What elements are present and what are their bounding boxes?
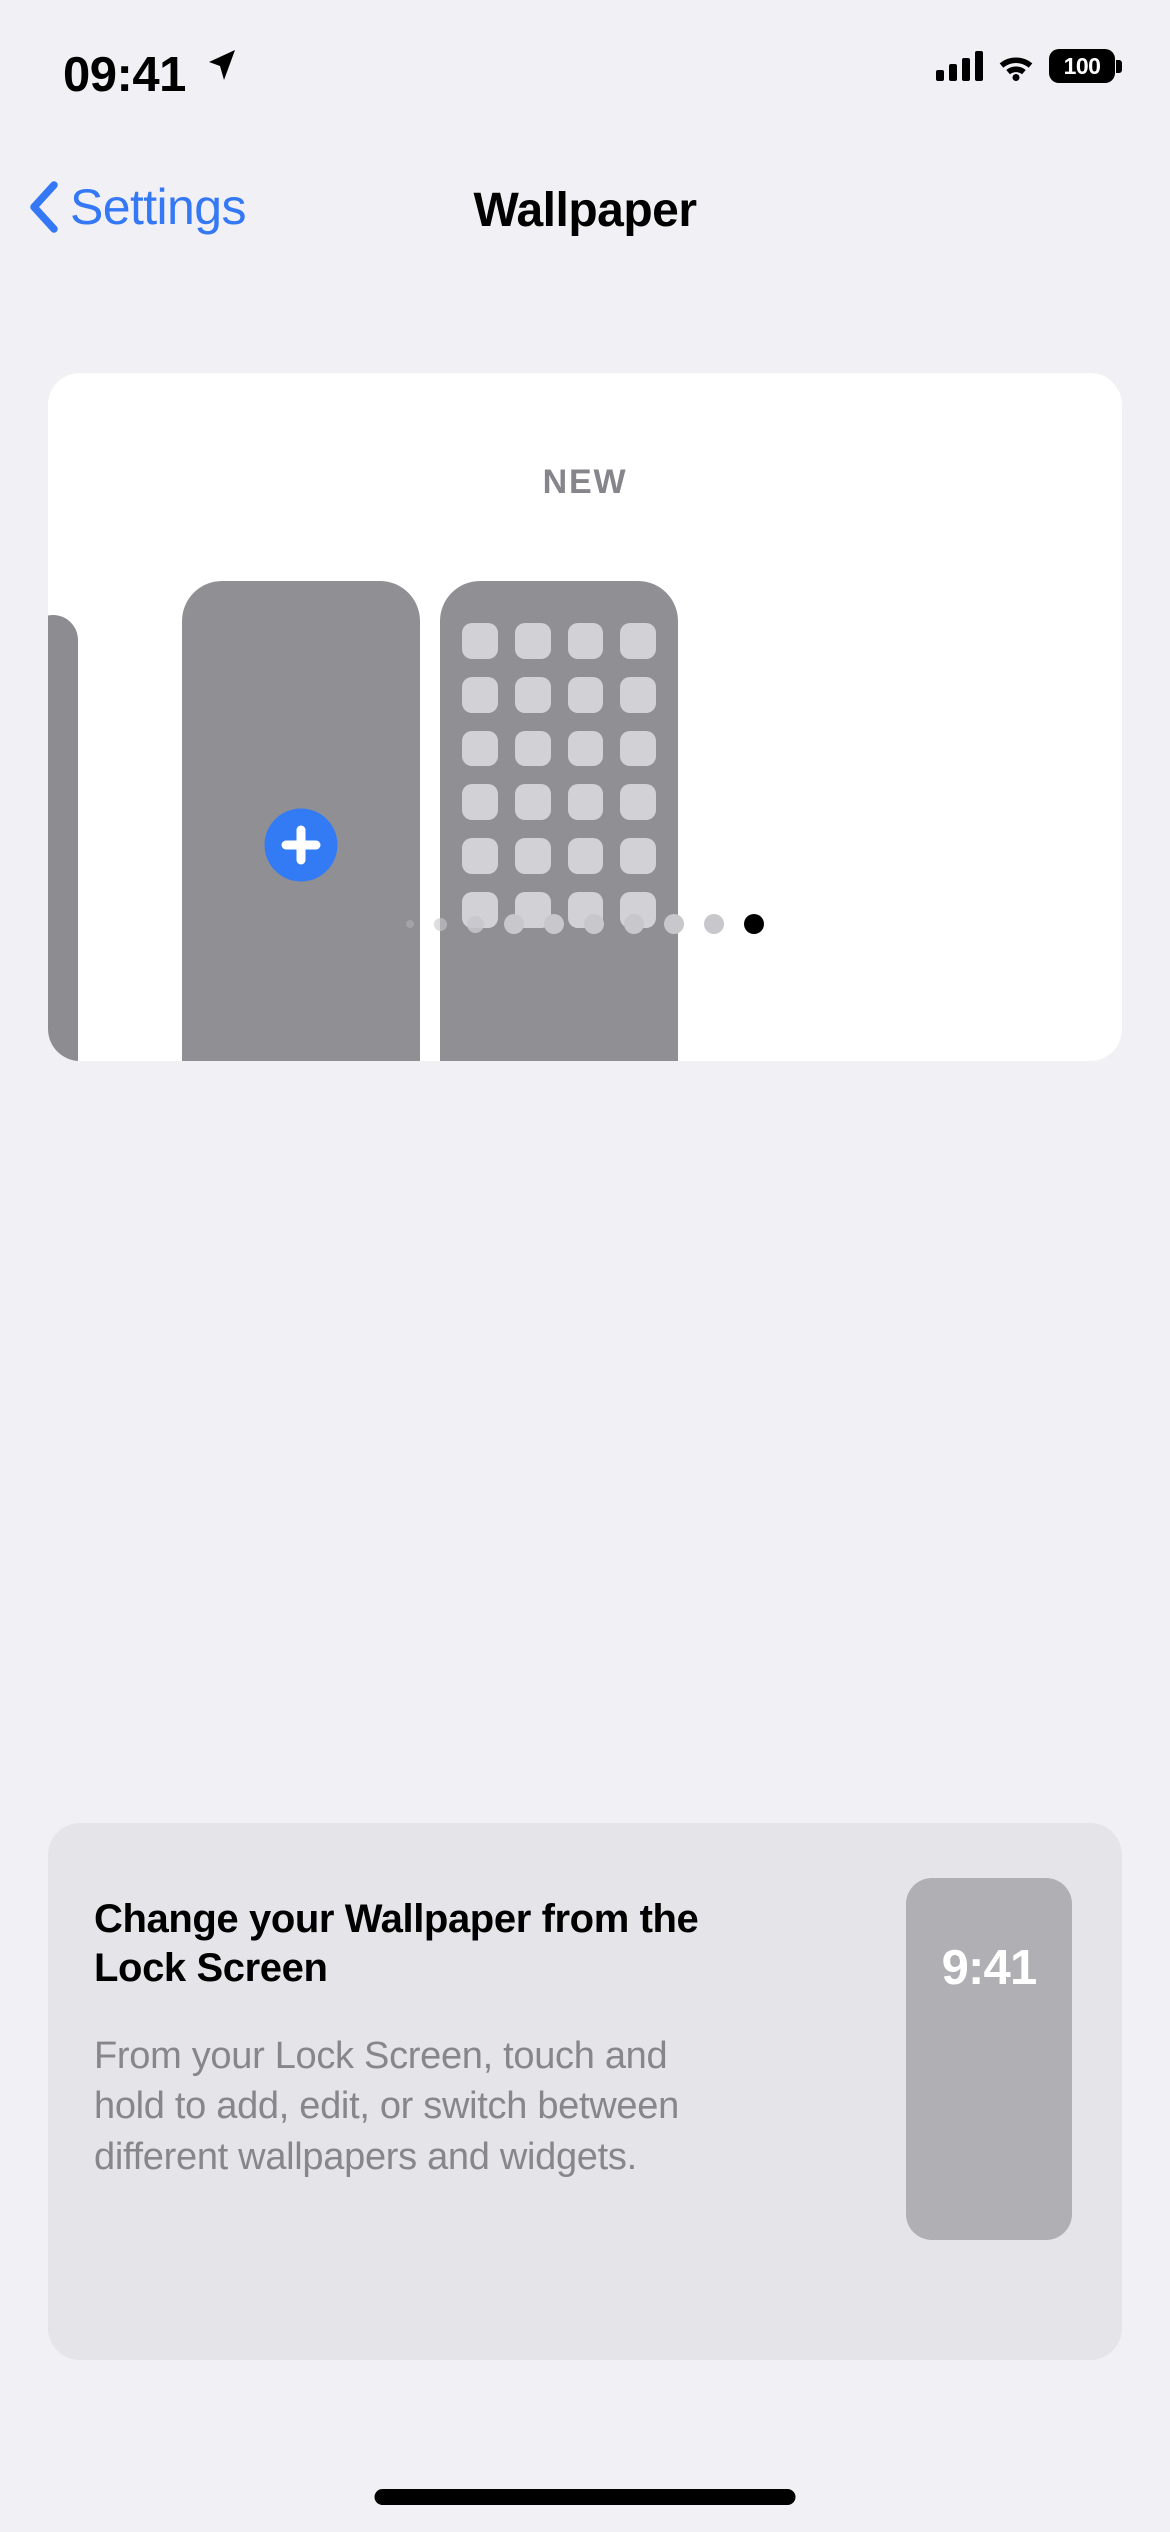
- page-dot[interactable]: [624, 914, 644, 934]
- page-dot[interactable]: [584, 914, 604, 934]
- cellular-bars-icon: [936, 51, 983, 81]
- app-icon-placeholder: [567, 784, 604, 820]
- app-icon-placeholder: [514, 838, 551, 874]
- battery-full-icon: 100: [1049, 49, 1122, 83]
- app-icon-placeholder: [462, 784, 498, 820]
- lock-screen-preview: 9:41: [906, 1878, 1072, 2240]
- wallpaper-carousel-card: NEW: [48, 373, 1122, 1061]
- wallpaper-tile-home-screen-preview[interactable]: [440, 581, 678, 1061]
- status-bar-indicators: 100: [936, 48, 1122, 84]
- app-icon-placeholder: [514, 676, 551, 713]
- app-icon-placeholder: [567, 838, 604, 874]
- wallpaper-tile-previous-peek[interactable]: [48, 615, 78, 1061]
- page-dot[interactable]: [406, 920, 414, 928]
- status-bar: 09:41 100: [0, 0, 1170, 135]
- app-icon-placeholder: [462, 730, 498, 767]
- lock-screen-info-card: Change your Wallpaper from the Lock Scre…: [48, 1823, 1122, 2360]
- page-dot[interactable]: [467, 915, 484, 933]
- info-card-title: Change your Wallpaper from the Lock Scre…: [94, 1897, 699, 1990]
- app-icon-placeholder: [620, 676, 656, 713]
- home-screen-icon-grid: [462, 623, 656, 928]
- page-indicator-dots[interactable]: [48, 912, 1122, 936]
- lock-screen-preview-time: 9:41: [941, 1941, 1038, 1995]
- battery-level-label: 100: [1063, 52, 1101, 79]
- app-icon-placeholder: [620, 784, 656, 820]
- app-icon-placeholder: [514, 623, 551, 659]
- app-icon-placeholder: [620, 730, 656, 767]
- navigation-bar: Settings Wallpaper: [0, 170, 1170, 280]
- location-arrow-icon: [209, 50, 235, 80]
- page-dot[interactable]: [544, 914, 564, 934]
- page-title: Wallpaper: [473, 184, 697, 237]
- page-dot[interactable]: [504, 914, 524, 934]
- app-icon-placeholder: [462, 838, 498, 874]
- wallpaper-tile-add-new[interactable]: [182, 581, 420, 1061]
- home-indicator[interactable]: [374, 2489, 796, 2505]
- app-icon-placeholder: [620, 623, 656, 659]
- wallpaper-carousel[interactable]: [48, 373, 1122, 1061]
- page-dot[interactable]: [434, 917, 447, 931]
- app-icon-placeholder: [567, 676, 604, 713]
- info-card-text: Change your Wallpaper from the Lock Scre…: [94, 1895, 714, 2182]
- app-icon-placeholder: [462, 676, 498, 713]
- app-icon-placeholder: [567, 623, 604, 659]
- status-bar-time: 09:41: [63, 48, 186, 102]
- page-dot[interactable]: [704, 914, 724, 934]
- app-icon-placeholder: [514, 784, 551, 820]
- app-icon-placeholder: [462, 623, 498, 659]
- page-dot[interactable]: [664, 914, 684, 934]
- app-icon-placeholder: [514, 730, 551, 767]
- page-dot-active[interactable]: [744, 914, 764, 934]
- app-icon-placeholder: [620, 838, 656, 874]
- wifi-icon: [999, 57, 1033, 81]
- iphone-screen: 09:41 100 Settings Wallpaper NEW Change …: [0, 0, 1170, 2532]
- info-card-body: From your Lock Screen, touch and hold to…: [94, 2034, 679, 2178]
- add-wallpaper-button[interactable]: [264, 808, 338, 881]
- app-icon-placeholder: [567, 730, 604, 767]
